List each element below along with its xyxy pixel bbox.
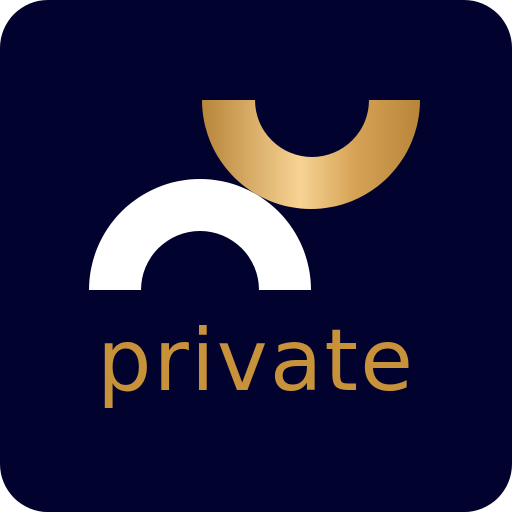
brand-wordmark: private [96,311,416,411]
app-icon-tile: private [0,0,512,512]
logo-mark [89,100,420,290]
